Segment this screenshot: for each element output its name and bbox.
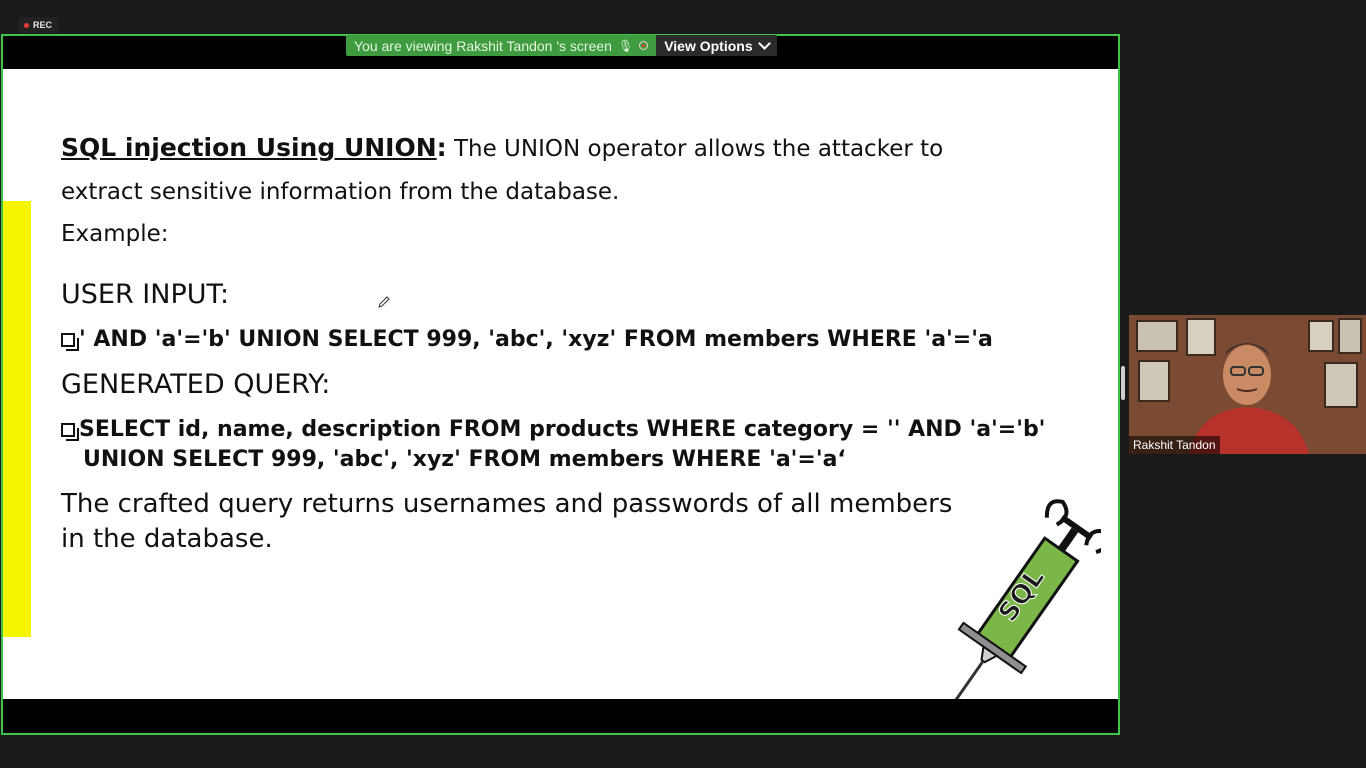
sql-syringe-icon: SQL xyxy=(952,499,1101,699)
shared-screen-frame: SQL injection Using UNION: The UNION ope… xyxy=(1,34,1120,735)
intro-text: The UNION operator allows the attacker t… xyxy=(446,136,944,162)
checkbox-bullet-icon xyxy=(61,422,79,441)
generated-query-line2: UNION SELECT 999, 'abc', 'xyz' FROM memb… xyxy=(83,447,846,472)
user-input-bullet: ' AND 'a'='b' UNION SELECT 999, 'abc', '… xyxy=(61,327,993,352)
checkbox-bullet-icon xyxy=(61,332,79,351)
generated-query-label: GENERATED QUERY: xyxy=(61,369,331,400)
generated-query-bullet: SELECT id, name, description FROM produc… xyxy=(61,417,1045,442)
participant-video-icon xyxy=(1129,315,1366,454)
record-status-icon xyxy=(639,41,649,50)
annotation-pen-icon xyxy=(378,296,390,308)
panel-resize-handle[interactable] xyxy=(1121,366,1125,400)
example-label: Example: xyxy=(61,221,169,247)
slide-heading: SQL injection Using UNION xyxy=(61,133,437,162)
intro-text-line2: extract sensitive information from the d… xyxy=(61,179,620,205)
recording-indicator: REC xyxy=(18,17,59,33)
screen-share-banner: You are viewing Rakshit Tandon 's screen… xyxy=(346,35,777,56)
view-options-button[interactable]: View Options xyxy=(656,35,777,56)
viewing-notice: You are viewing Rakshit Tandon 's screen… xyxy=(346,35,657,56)
highlight-bar xyxy=(3,201,31,637)
chevron-down-icon xyxy=(757,37,771,50)
user-input-label: USER INPUT: xyxy=(61,279,230,310)
record-dot-icon xyxy=(24,22,29,28)
view-options-label: View Options xyxy=(664,37,753,54)
recording-label: REC xyxy=(33,20,53,30)
mic-muted-icon: 🎙 xyxy=(617,38,634,53)
heading-colon: : xyxy=(436,133,447,162)
participant-name-label: Rakshit Tandon xyxy=(1129,436,1220,454)
user-input-value: ' AND 'a'='b' UNION SELECT 999, 'abc', '… xyxy=(79,327,993,352)
viewing-notice-text: You are viewing Rakshit Tandon 's screen xyxy=(354,37,612,54)
slide-title-line: SQL injection Using UNION: The UNION ope… xyxy=(61,133,943,162)
presentation-slide: SQL injection Using UNION: The UNION ope… xyxy=(3,69,1118,699)
generated-query-line1: SELECT id, name, description FROM produc… xyxy=(79,417,1046,442)
participant-video-tile[interactable]: Rakshit Tandon xyxy=(1129,315,1366,454)
conclusion-line1: The crafted query returns usernames and … xyxy=(61,489,953,519)
conclusion-line2: in the database. xyxy=(61,524,273,554)
